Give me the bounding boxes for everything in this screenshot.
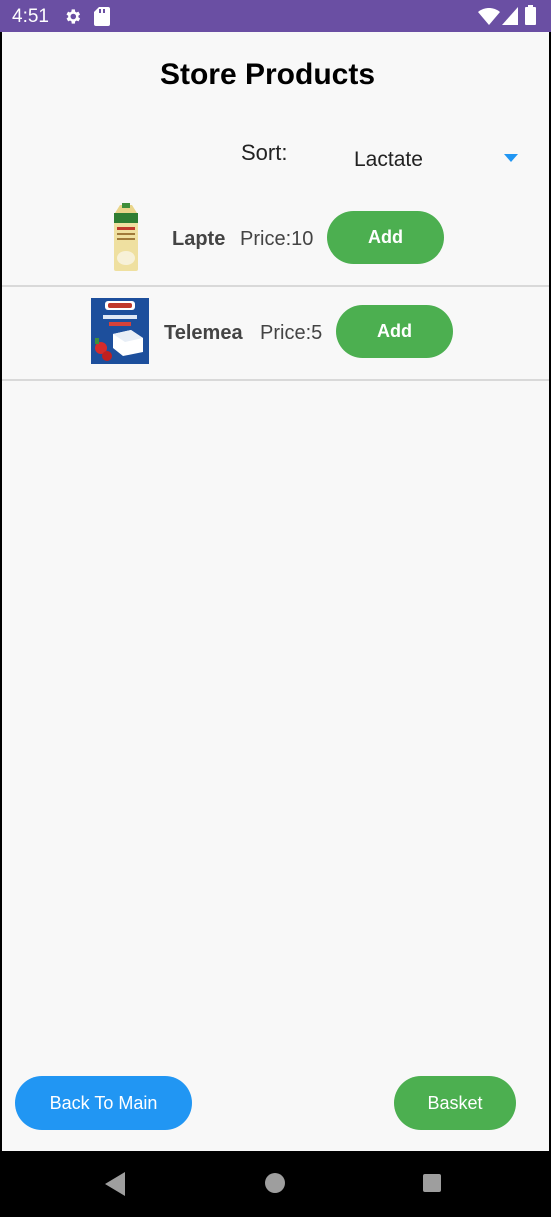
cheese-package-image [91,298,149,364]
sort-dropdown[interactable]: Lactate [320,138,532,180]
product-row: Telemea Price:5 Add [2,285,549,381]
recents-icon[interactable] [423,1174,441,1192]
battery-icon [525,5,536,25]
navigation-bar [0,1151,551,1217]
milk-carton-image [114,203,138,271]
gear-icon [66,9,81,24]
sort-label: Sort: [241,140,288,165]
status-bar: 4:51 [0,0,551,32]
sd-card-icon [94,7,110,26]
home-icon[interactable] [265,1173,285,1193]
add-button[interactable]: Add [327,211,444,264]
wifi-icon [478,8,500,25]
page-title: Store Products [159,58,376,91]
dropdown-arrow-icon [504,154,518,162]
app-content: Store Products Sort: Lactate Lapte Price… [2,32,549,1151]
product-name: Telemea [164,322,243,344]
product-name: Lapte [172,228,226,250]
signal-icon [502,7,518,25]
product-price: Price:10 [240,228,314,250]
basket-button[interactable]: Basket [394,1076,516,1130]
back-to-main-button[interactable]: Back To Main [15,1076,192,1130]
sort-selected-value: Lactate [354,148,423,171]
back-icon[interactable] [105,1172,125,1196]
product-price: Price:5 [260,322,323,344]
product-row: Lapte Price:10 Add [2,191,549,287]
status-time: 4:51 [12,6,49,27]
phone-screen: 4:51 Store Products Sort: Lactate Lapte … [0,0,551,1217]
add-button[interactable]: Add [336,305,453,358]
